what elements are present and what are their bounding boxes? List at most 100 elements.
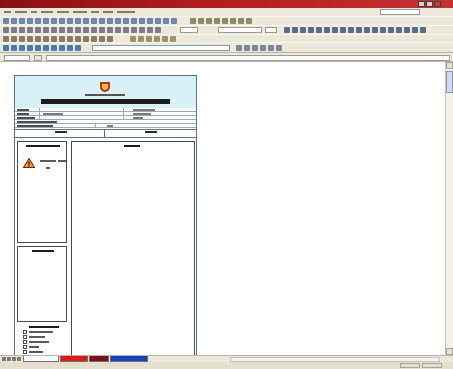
toolbar-button[interactable] [238,18,244,24]
menu-item-format[interactable] [57,11,69,13]
toolbar-button[interactable] [147,18,153,24]
toolbar-button[interactable] [51,18,57,24]
zoom-box[interactable] [180,27,198,33]
close-button[interactable] [434,1,441,7]
toolbar-button[interactable] [131,27,137,33]
menu-item-view[interactable] [31,11,37,13]
minimize-button[interactable] [418,1,425,7]
toolbar-button[interactable] [27,27,33,33]
help-search-box[interactable] [380,9,420,15]
menu-item-help[interactable] [117,11,135,13]
toolbar-button[interactable] [412,27,418,33]
toolbar-button[interactable] [27,45,33,51]
toolbar-button[interactable] [83,27,89,33]
toolbar-button[interactable] [51,27,57,33]
toolbar-button[interactable] [91,18,97,24]
toolbar-button[interactable] [91,27,97,33]
formula-input[interactable] [46,55,450,61]
scroll-thumb[interactable] [446,71,453,93]
toolbar-button[interactable] [11,45,17,51]
menu-item-window[interactable] [103,11,113,13]
toolbar-button[interactable] [276,45,282,51]
menu-item-file[interactable] [4,11,11,13]
toolbar-button[interactable] [246,18,252,24]
toolbar-button[interactable] [11,18,17,24]
address-field[interactable] [92,45,230,51]
scroll-down-arrow[interactable] [446,348,453,355]
toolbar-button[interactable] [35,45,41,51]
legend-checkbox[interactable] [23,350,27,354]
toolbar-button[interactable] [372,27,378,33]
toolbar-button[interactable] [19,27,25,33]
toolbar-button[interactable] [43,18,49,24]
menu-item-data[interactable] [91,11,99,13]
toolbar-button[interactable] [43,27,49,33]
toolbar-button[interactable] [348,27,354,33]
toolbar-button[interactable] [364,27,370,33]
toolbar-button[interactable] [236,45,242,51]
maximize-button[interactable] [426,1,433,7]
toolbar-button[interactable] [340,27,346,33]
toolbar-button[interactable] [43,45,49,51]
toolbar-button[interactable] [99,27,105,33]
toolbar-button[interactable] [99,18,105,24]
toolbar-button[interactable] [139,18,145,24]
toolbar-button[interactable] [308,27,314,33]
toolbar-button[interactable] [332,27,338,33]
menu-item-tools[interactable] [73,11,87,13]
toolbar-button[interactable] [131,18,137,24]
toolbar-button[interactable] [59,18,65,24]
toolbar-button[interactable] [67,27,73,33]
legend-checkbox[interactable] [23,340,27,344]
toolbar-button[interactable] [244,45,250,51]
toolbar-button[interactable] [147,27,153,33]
toolbar-button[interactable] [83,18,89,24]
toolbar-button[interactable] [51,45,57,51]
toolbar-button[interactable] [19,45,25,51]
toolbar-button[interactable] [19,18,25,24]
menu-item-edit[interactable] [15,11,27,13]
toolbar-button[interactable] [3,27,9,33]
toolbar-button[interactable] [11,27,17,33]
toolbar-button[interactable] [3,18,9,24]
legend-checkbox[interactable] [23,345,27,349]
toolbar-button[interactable] [300,27,306,33]
toolbar-button[interactable] [115,18,121,24]
toolbar-button[interactable] [260,45,266,51]
toolbar-button[interactable] [59,27,65,33]
toolbar-button[interactable] [214,18,220,24]
last-sheet-button[interactable] [17,357,21,361]
legend-checkbox[interactable] [23,330,27,334]
toolbar-button[interactable] [324,27,330,33]
font-name-box[interactable] [218,27,262,33]
first-sheet-button[interactable] [2,357,6,361]
toolbar-button[interactable] [123,18,129,24]
toolbar-button[interactable] [115,27,121,33]
vertical-scrollbar[interactable] [445,62,453,355]
toolbar-button[interactable] [155,18,161,24]
toolbar-button[interactable] [388,27,394,33]
toolbar-button[interactable] [222,18,228,24]
toolbar-button[interactable] [107,27,113,33]
toolbar-button[interactable] [284,27,290,33]
toolbar-button[interactable] [206,18,212,24]
toolbar-button[interactable] [316,27,322,33]
name-box[interactable] [4,55,30,61]
toolbar-button[interactable] [268,45,274,51]
menu-item-insert[interactable] [41,11,53,13]
toolbar-button[interactable] [27,18,33,24]
toolbar-button[interactable] [35,27,41,33]
toolbar-button[interactable] [123,27,129,33]
font-size-box[interactable] [265,27,277,33]
toolbar-button[interactable] [171,18,177,24]
toolbar-button[interactable] [3,45,9,51]
toolbar-button[interactable] [404,27,410,33]
toolbar-button[interactable] [356,27,362,33]
toolbar-button[interactable] [396,27,402,33]
scroll-up-arrow[interactable] [446,62,453,69]
toolbar-button[interactable] [230,18,236,24]
toolbar-button[interactable] [190,18,196,24]
toolbar-button[interactable] [163,18,169,24]
toolbar-button[interactable] [252,45,258,51]
next-sheet-button[interactable] [12,357,16,361]
